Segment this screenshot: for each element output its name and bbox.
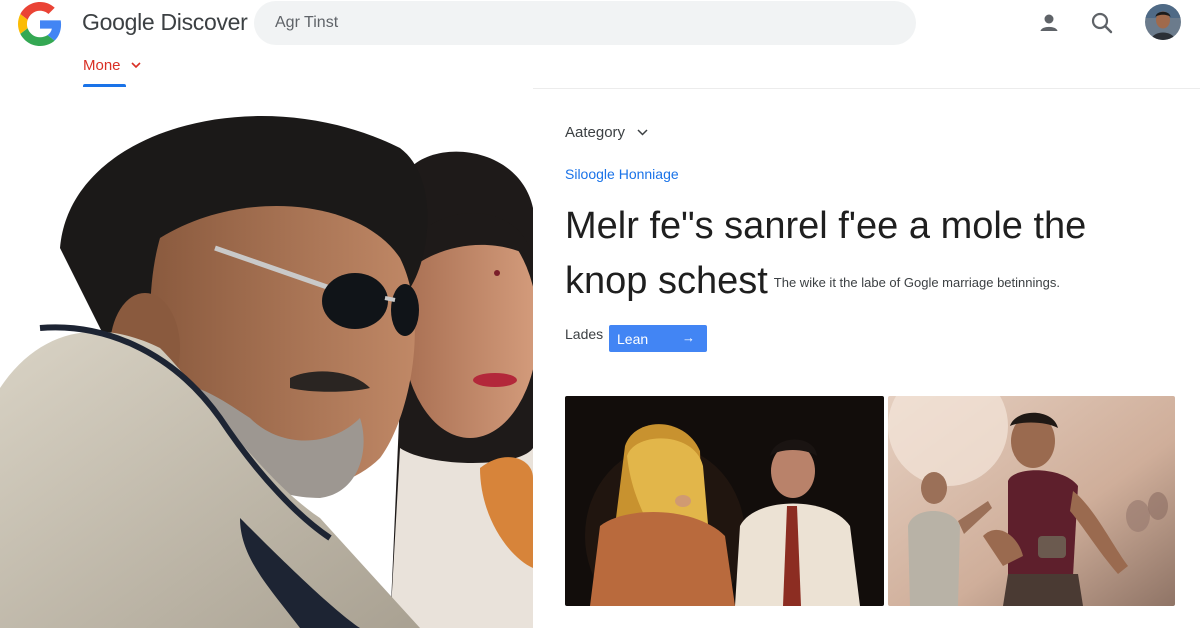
source-link[interactable]: Siloogle Honniage xyxy=(565,166,679,182)
brand-title: Google Discover xyxy=(82,9,248,35)
headline-line-2: knop schest The wike it the labe of Gogle… xyxy=(565,254,1185,310)
thumbnail-couple[interactable] xyxy=(565,396,884,606)
chevron-down-icon xyxy=(131,62,141,69)
hero-image[interactable] xyxy=(0,88,533,628)
category-dropdown[interactable]: Aategory xyxy=(565,124,648,141)
google-g-logo-icon[interactable] xyxy=(18,2,62,46)
learn-button[interactable]: Lean → xyxy=(609,325,707,352)
category-label: Aategory xyxy=(565,124,626,141)
lades-label: Lades xyxy=(565,326,604,342)
arrow-right-icon: → xyxy=(682,330,695,345)
person-icon[interactable] xyxy=(1036,10,1062,36)
tab-mone[interactable]: Mone xyxy=(83,57,141,87)
top-bar: Google Discover Agr Tinst Mone xyxy=(0,0,1200,89)
headline-line-1: Melr fe"s sanrel f'ee a mole the xyxy=(565,205,1087,247)
thumbnail-dance[interactable] xyxy=(888,396,1175,606)
tab-label: Mone xyxy=(83,57,121,74)
article-snippet: The wike it the labe of Gogle marriage b… xyxy=(773,275,1060,291)
active-tab-indicator xyxy=(83,84,126,87)
chevron-down-icon xyxy=(637,129,648,136)
article-headline[interactable]: Melr fe"s sanrel f'ee a mole the knop sc… xyxy=(565,199,1185,310)
learn-button-label: Lean xyxy=(617,330,649,347)
search-icon[interactable] xyxy=(1089,10,1115,36)
avatar[interactable] xyxy=(1145,4,1181,40)
search-input[interactable]: Agr Tinst xyxy=(275,14,338,32)
headline-line-2-text: knop schest xyxy=(565,260,768,302)
search-bar[interactable]: Agr Tinst xyxy=(254,1,916,45)
